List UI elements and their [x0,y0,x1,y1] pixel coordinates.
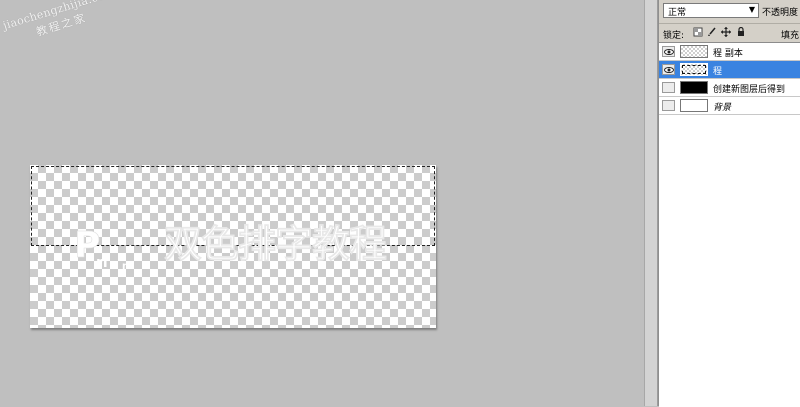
eye-icon[interactable] [662,64,675,75]
fill-label: 填充 [781,31,800,41]
move-icon[interactable] [721,27,731,37]
brush-icon[interactable] [707,27,717,37]
layers-panel: 正常 ▼ 不透明度 锁定: 填充 程 副本 程 创建新图层后得到 背景 [658,0,800,407]
layer-thumbnail [680,81,708,94]
lock-row: 锁定: 填充 [659,23,800,42]
blend-mode-value: 正常 [668,8,687,18]
layer-name: 创建新图层后得到 [713,85,786,95]
document-workspace[interactable]: jiaochengzhijia.com 教程之家 P ri nt 双色排字教程 [0,0,644,406]
chevron-down-icon: ▼ [748,5,755,14]
watermark: jiaochengzhijia.com 教程之家 [0,0,128,42]
opacity-label: 不透明度 [762,8,799,18]
layer-row[interactable]: 程 副本 [659,43,800,61]
visibility-toggle[interactable] [662,100,675,111]
layer-name: 程 副本 [713,49,743,59]
layer-row[interactable]: 创建新图层后得到 [659,79,800,97]
lock-icon[interactable] [736,26,746,37]
marquee-selection[interactable] [31,166,435,246]
blend-mode-row: 正常 ▼ 不透明度 [659,0,800,22]
layer-thumbnail [680,63,708,76]
layer-name: 背景 [713,103,732,113]
panel-divider[interactable] [644,0,658,406]
layer-row-active[interactable]: 程 [659,61,800,79]
logo-sub-text-2: nt [122,261,134,272]
layer-name: 程 [713,67,723,77]
eye-icon[interactable] [662,46,675,57]
layers-list: 程 副本 程 创建新图层后得到 背景 [659,42,800,407]
visibility-toggle[interactable] [662,82,675,93]
logo-sub-text: ri [96,255,108,271]
layer-thumbnail [680,45,708,58]
layer-thumbnail [680,99,708,112]
lock-label: 锁定: [663,31,685,41]
lock-transparent-pixels-icon[interactable] [693,27,703,37]
layer-row[interactable]: 背景 [659,97,800,115]
image-canvas[interactable]: P ri nt 双色排字教程 [30,165,436,328]
blend-mode-select[interactable]: 正常 ▼ [663,3,759,18]
